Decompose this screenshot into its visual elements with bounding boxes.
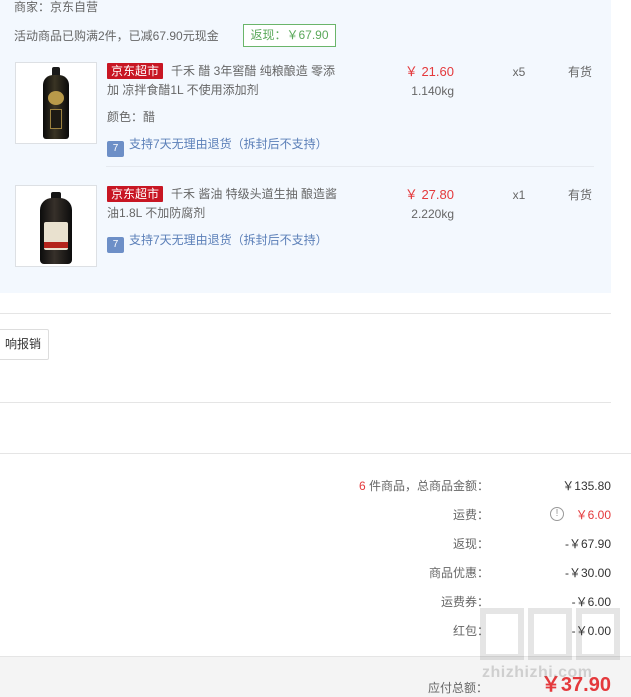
shipping-coupon-value: -￥6.00 (571, 595, 611, 609)
product-quantity: x1 (512, 188, 526, 202)
product-thumbnail[interactable] (15, 185, 97, 267)
jd-supermarket-tag: 京东超市 (107, 63, 164, 79)
product-color: 颜色：醋 (107, 110, 156, 124)
section-divider (0, 402, 611, 403)
jd-supermarket-tag: 京东超市 (107, 186, 164, 202)
product-quantity: x5 (512, 65, 526, 79)
product-price: ￥ 27.80 (404, 187, 454, 202)
product-thumbnail[interactable] (15, 62, 97, 144)
order-item: 京东超市 千禾 酱油 特级头道生抽 酿造酱油1.8L 不加防腐剂 7 支持7天无理由… (14, 185, 594, 269)
stock-status: 有货 (567, 188, 592, 202)
discount-label: 商品优惠： (428, 566, 489, 580)
return-policy: 7 支持7天无理由退货（拆封后不支持） (107, 135, 328, 157)
return-policy-text: 支持7天无理由退货（拆封后不支持） (129, 233, 328, 247)
order-item: 京东超市 千禾 醋 3年窖醋 纯粮酿造 零添加 凉拌食醋1L 不使用添加剂 颜色：… (14, 62, 594, 166)
rebate-label: 返现： (452, 537, 489, 551)
shipping-value: ￥6.00 (575, 508, 611, 522)
goods-total-label: 件商品，总商品金额： (368, 479, 489, 493)
goods-total-value: ￥135.80 (562, 479, 611, 493)
promo-text: 活动商品已购满2件，已减67.90元现金 (14, 29, 219, 43)
red-packet-label: 红包： (452, 624, 489, 638)
product-price: ￥ 21.60 (404, 64, 454, 79)
item-divider (106, 166, 594, 167)
summary-shipping-coupon: 运费券： -￥6.00 (0, 593, 611, 611)
item-count: 6 (358, 479, 366, 493)
product-weight: 1.140kg (411, 84, 454, 98)
total-bar: 应付总额： ￥37.90 (0, 656, 631, 697)
section-divider (0, 453, 631, 454)
invoice-button[interactable]: 响报销 (0, 329, 49, 360)
total-label: 应付总额： (427, 681, 488, 695)
product-weight: 2.220kg (411, 207, 454, 221)
rebate-tag: 返现：￥67.90 (243, 24, 336, 47)
summary-discount: 商品优惠： -￥30.00 (0, 564, 611, 582)
product-title[interactable]: 京东超市 千禾 酱油 特级头道生抽 酿造酱油1.8L 不加防腐剂 (107, 185, 347, 223)
summary-goods-total: 6 件商品，总商品金额： ￥135.80 (0, 477, 611, 495)
return-policy-text: 支持7天无理由退货（拆封后不支持） (129, 137, 328, 151)
summary-red-packet: 红包： -￥0.00 (0, 622, 611, 640)
seven-day-return-icon: 7 (107, 141, 124, 157)
stock-status: 有货 (567, 65, 592, 79)
seller-label: 商家：京东自营 (14, 0, 99, 14)
discount-value: -￥30.00 (564, 566, 611, 580)
product-title[interactable]: 京东超市 千禾 醋 3年窖醋 纯粮酿造 零添加 凉拌食醋1L 不使用添加剂 (107, 62, 347, 100)
order-panel: 商家：京东自营 活动商品已购满2件，已减67.90元现金 返现：￥67.90 京… (0, 0, 611, 293)
summary-shipping: 运费： ! ￥6.00 (0, 506, 611, 524)
total-value: ￥37.90 (540, 674, 611, 696)
shipping-coupon-label: 运费券： (440, 595, 489, 609)
rebate-value: -￥67.90 (564, 537, 611, 551)
summary-rebate: 返现： -￥67.90 (0, 535, 611, 553)
return-policy: 7 支持7天无理由退货（拆封后不支持） (107, 231, 328, 253)
seven-day-return-icon: 7 (107, 237, 124, 253)
shipping-label: 运费： (452, 508, 489, 522)
section-divider (0, 313, 611, 314)
red-packet-value: -￥0.00 (571, 624, 611, 638)
